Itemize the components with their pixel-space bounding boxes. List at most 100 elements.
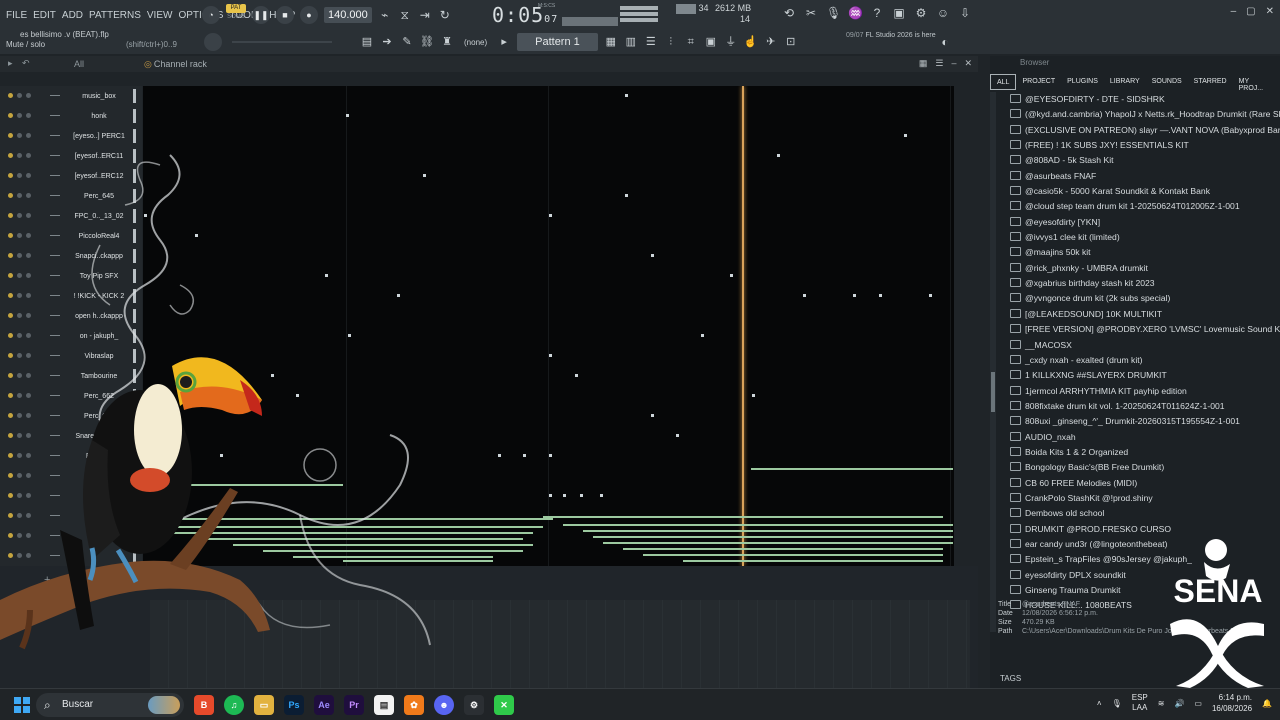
- channel-pan[interactable]: [50, 275, 60, 276]
- note[interactable]: [296, 394, 299, 397]
- note-bar[interactable]: [683, 560, 943, 562]
- browser-folder-item[interactable]: @808AD - 5k Stash Kit: [1010, 153, 1280, 168]
- browser-folder-item[interactable]: @eyesofdirty [YKN]: [1010, 215, 1280, 230]
- close-icon[interactable]: ✕: [1266, 6, 1274, 17]
- channel-name-button[interactable]: [eyesof..ERC12: [64, 170, 134, 183]
- channel-select-indicator[interactable]: [133, 369, 136, 383]
- channel-row[interactable]: Toy Pip SFX: [0, 266, 142, 286]
- countdown-icon[interactable]: ⇥: [418, 8, 432, 22]
- note[interactable]: [904, 134, 907, 137]
- channel-pan[interactable]: [50, 515, 60, 516]
- pat-mode-label[interactable]: PAT: [226, 4, 246, 13]
- channel-mute-icon[interactable]: [8, 153, 31, 158]
- channel-pan[interactable]: [50, 135, 60, 136]
- browser-folder-item[interactable]: 808fixtake drum kit vol. 1-20250624T0116…: [1010, 399, 1280, 414]
- channel-mute-icon[interactable]: [8, 553, 31, 558]
- note[interactable]: [144, 214, 147, 217]
- rack-close-icon[interactable]: ✕: [964, 58, 972, 69]
- channel-select-indicator[interactable]: [133, 349, 136, 363]
- tuner-icon[interactable]: ♒: [848, 6, 863, 20]
- channel-select-indicator[interactable]: [133, 89, 136, 103]
- channel-row[interactable]: #EYE: [0, 486, 142, 506]
- channel-mute-icon[interactable]: [8, 373, 31, 378]
- spotify-icon[interactable]: ♫: [224, 695, 244, 715]
- channel-select-indicator[interactable]: [133, 429, 136, 443]
- note[interactable]: [575, 374, 578, 377]
- settings-icon[interactable]: ⚙: [914, 6, 928, 20]
- channel-pan[interactable]: [50, 235, 60, 236]
- channel-mute-icon[interactable]: [8, 493, 31, 498]
- wifi-icon[interactable]: ≋: [1158, 699, 1165, 708]
- channel-select-indicator[interactable]: [133, 229, 136, 243]
- render-icon[interactable]: ✈: [764, 35, 778, 49]
- channel-row[interactable]: [eyesof..ERC12: [0, 166, 142, 186]
- channel-mute-icon[interactable]: [8, 353, 31, 358]
- browser-folder-item[interactable]: @yvngonce drum kit (2k subs special): [1010, 291, 1280, 306]
- channel-row[interactable]: Tambourine: [0, 366, 142, 386]
- step-sequencer-grid[interactable]: [143, 86, 954, 566]
- channel-mute-icon[interactable]: [8, 293, 31, 298]
- arrow-icon[interactable]: ➔: [380, 35, 394, 49]
- browser-folder-item[interactable]: [FREE VERSION] @PRODBY.XERO 'LVMSC' Love…: [1010, 322, 1280, 337]
- channel-name-button[interactable]: Sl: [64, 510, 134, 523]
- fl-studio-icon[interactable]: ✿: [404, 695, 424, 715]
- windows-start-icon[interactable]: [14, 697, 30, 713]
- channel-name-button[interactable]: [64, 530, 134, 543]
- browser-folder-item[interactable]: (FREE) ! 1K SUBS JXY! ESSENTIALS KIT: [1010, 138, 1280, 153]
- photoshop-icon[interactable]: Ps: [284, 695, 304, 715]
- note[interactable]: [549, 454, 552, 457]
- browser-folder-item[interactable]: @rick_phxnky - UMBRA drumkit: [1010, 261, 1280, 276]
- channel-name-button[interactable]: [64, 550, 134, 563]
- note-bar[interactable]: [173, 532, 533, 534]
- channel-mute-icon[interactable]: [8, 193, 31, 198]
- tab-sounds[interactable]: SOUNDS: [1146, 74, 1188, 90]
- browser-folder-item[interactable]: Bongology Basic's(BB Free Drumkit): [1010, 460, 1280, 475]
- channel-rack-icon[interactable]: ▥: [624, 35, 638, 49]
- channel-name-button[interactable]: open h..ckappp: [64, 310, 134, 323]
- cart-icon[interactable]: ⊡: [784, 35, 798, 49]
- browser-folder-item[interactable]: @maajins 50k kit: [1010, 245, 1280, 260]
- browser-folder-item[interactable]: @cloud step team drum kit 1-20250624T012…: [1010, 199, 1280, 214]
- channel-row[interactable]: on - jakuph_: [0, 326, 142, 346]
- steam-icon[interactable]: ⚙: [464, 695, 484, 715]
- tree-icon[interactable]: ⌗: [684, 35, 698, 49]
- note-bar[interactable]: [163, 526, 543, 528]
- note[interactable]: [423, 174, 426, 177]
- chevron-up-icon[interactable]: ˄: [1097, 699, 1102, 708]
- channel-select-indicator[interactable]: [133, 449, 136, 463]
- channel-name-button[interactable]: [eyeso..] PERC1: [64, 130, 134, 143]
- note[interactable]: [498, 454, 501, 457]
- note[interactable]: [348, 334, 351, 337]
- channel-row[interactable]: Perc_67: [0, 446, 142, 466]
- note-bar[interactable]: [543, 516, 943, 518]
- discord-icon[interactable]: ☻: [434, 695, 454, 715]
- tempo-display[interactable]: 140.000: [324, 7, 372, 23]
- channel-select-indicator[interactable]: [133, 549, 136, 563]
- note[interactable]: [625, 94, 628, 97]
- note[interactable]: [879, 294, 882, 297]
- channel-row[interactable]: honk: [0, 106, 142, 126]
- battery-icon[interactable]: ▭: [1194, 699, 1202, 708]
- channel-row[interactable]: ##808: [0, 466, 142, 486]
- channel-pan[interactable]: [50, 175, 60, 176]
- channel-pan[interactable]: [50, 355, 60, 356]
- pause-icon[interactable]: ❚❚: [252, 6, 270, 24]
- channel-select-indicator[interactable]: [133, 289, 136, 303]
- note-bar[interactable]: [563, 524, 953, 526]
- rack-options-icon[interactable]: ☰: [935, 58, 943, 69]
- channel-pan[interactable]: [50, 495, 60, 496]
- loop-record-icon[interactable]: ↻: [438, 8, 452, 22]
- touch-icon[interactable]: ☝: [744, 35, 758, 49]
- browser-folder-item[interactable]: 1 KILLKXNG ##SLAYERX DRUMKIT: [1010, 368, 1280, 383]
- note[interactable]: [195, 234, 198, 237]
- channel-row[interactable]: open h..ckappp: [0, 306, 142, 326]
- help-icon[interactable]: ?: [870, 6, 884, 20]
- note-bar[interactable]: [593, 536, 953, 538]
- note[interactable]: [752, 394, 755, 397]
- channel-name-button[interactable]: Toy Pip SFX: [64, 270, 134, 283]
- capcut-icon[interactable]: ✕: [494, 695, 514, 715]
- microphone-icon[interactable]: 🎙: [1112, 699, 1122, 708]
- undo-history-icon[interactable]: ⟲: [782, 6, 796, 20]
- channel-pan[interactable]: [50, 255, 60, 256]
- note-bar[interactable]: [183, 484, 343, 486]
